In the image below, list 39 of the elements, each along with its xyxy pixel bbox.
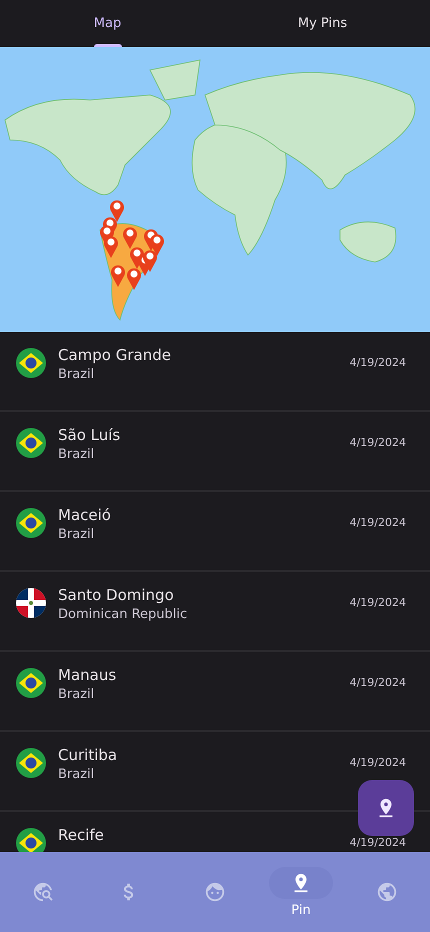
pin-date: 4/19/2024 bbox=[350, 436, 406, 449]
pin-list-item[interactable]: São Luís Brazil 4/19/2024 bbox=[0, 412, 430, 492]
globe-icon bbox=[376, 881, 398, 903]
country-name: Brazil bbox=[58, 687, 96, 702]
pin-date: 4/19/2024 bbox=[350, 676, 406, 689]
city-name: Manaus bbox=[58, 666, 118, 684]
pin-date: 4/19/2024 bbox=[350, 516, 406, 529]
country-name: Dominican Republic bbox=[58, 607, 188, 622]
country-name: Brazil bbox=[58, 447, 96, 462]
map-pins-drawing[interactable] bbox=[100, 200, 164, 290]
flag-icon bbox=[16, 428, 46, 458]
city-name: Curitiba bbox=[58, 746, 118, 764]
pin-date: 4/19/2024 bbox=[350, 756, 406, 769]
flag-icon bbox=[16, 748, 46, 778]
country-name: Brazil bbox=[58, 367, 96, 382]
flag-icon bbox=[16, 508, 46, 538]
globe-search-icon bbox=[32, 881, 54, 903]
city-name: Maceió bbox=[58, 506, 112, 524]
city-name: Recife bbox=[58, 826, 105, 844]
pin-list-item[interactable]: Maceió Brazil 4/19/2024 bbox=[0, 492, 430, 572]
pin-date: 4/19/2024 bbox=[350, 596, 406, 609]
city-name: Campo Grande bbox=[58, 346, 172, 364]
pin-list-item[interactable]: Manaus Brazil 4/19/2024 bbox=[0, 652, 430, 732]
tab[interactable]: My Pins bbox=[215, 0, 430, 47]
face-icon bbox=[204, 881, 226, 903]
country-name: Brazil bbox=[58, 767, 96, 782]
tab[interactable]: Map bbox=[0, 0, 215, 47]
pin-list-item[interactable]: Santo Domingo Dominican Republic 4/19/2024 bbox=[0, 572, 430, 652]
country-name: Brazil bbox=[58, 527, 96, 542]
pin-list-item[interactable]: Campo Grande Brazil 4/19/2024 bbox=[0, 332, 430, 412]
nav-label: Pin bbox=[291, 902, 311, 918]
city-name: Santo Domingo bbox=[58, 586, 175, 604]
pin-date: 4/19/2024 bbox=[350, 836, 406, 849]
flag-icon bbox=[16, 588, 46, 618]
add-pin-button[interactable] bbox=[358, 780, 414, 836]
city-name: São Luís bbox=[58, 426, 122, 444]
flag-icon bbox=[16, 668, 46, 698]
pin-date: 4/19/2024 bbox=[350, 356, 406, 369]
flag-icon bbox=[16, 348, 46, 378]
